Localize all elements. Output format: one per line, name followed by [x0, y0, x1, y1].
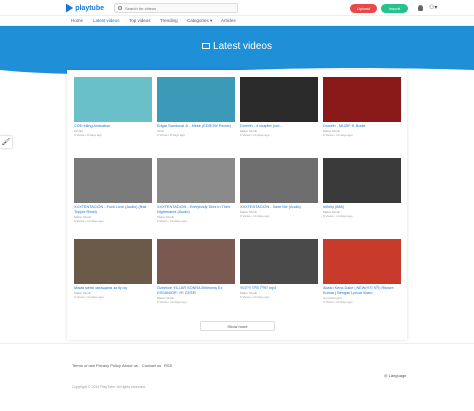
- show-more-label: Show more: [227, 323, 248, 329]
- nav-top-videos[interactable]: Top videos: [129, 18, 151, 23]
- video-thumbnail[interactable]: [323, 77, 401, 122]
- video-meta: 0 Views • 14 days ago: [240, 214, 270, 218]
- video-card[interactable]: XXXTENTACION - Fuck Love (Audio) (feat. …: [74, 158, 152, 223]
- video-meta: 0 Views • 14 days ago: [157, 300, 187, 304]
- language-selector[interactable]: ◎ Language: [384, 373, 406, 378]
- paintbrush-icon[interactable]: 🖌: [0, 136, 12, 148]
- video-thumbnail[interactable]: [74, 77, 152, 122]
- video-card[interactable]: COD Idling Animation xander 0 Views • 8 da…: [74, 77, 152, 137]
- video-card[interactable]: XXXTENTACION - Save Me (Audio) Maker Musi…: [240, 158, 318, 218]
- video-card[interactable]: Мама меня затащила за Кр ку Maker Musik 0 …: [74, 239, 152, 299]
- upload-label: Upload: [357, 6, 370, 11]
- video-meta: 0 Views • 14 days ago: [323, 300, 353, 304]
- video-meta: 0 Views • 14 days ago: [74, 295, 104, 299]
- video-thumbnail[interactable]: [240, 158, 318, 203]
- video-card[interactable]: XXXTENTACION - Everybody Dies In Their N…: [157, 158, 235, 223]
- logo-text: playtube: [75, 4, 104, 12]
- footer-link-about[interactable]: About us: [122, 363, 138, 368]
- video-title[interactable]: XXXTENTACION - Everybody Dies In Their N…: [157, 205, 235, 215]
- video-thumbnail[interactable]: [240, 77, 318, 122]
- page-title: Latest videos: [0, 41, 474, 52]
- video-meta: 0 Views • 14 days ago: [74, 219, 104, 223]
- video-title[interactable]: XXXTENTACION - Fuck Love (Audio) (feat. …: [74, 205, 152, 215]
- lightbulb-icon[interactable]: [418, 5, 423, 11]
- video-title[interactable]: Özbekce YILLAR SONRA Birlesmiş Ex ESSANI…: [157, 286, 235, 296]
- search-input[interactable]: [125, 5, 225, 11]
- video-card[interactable]: Infinity (888) Maker Musik 0 Views • 14 da…: [323, 158, 401, 218]
- search-icon: [118, 6, 122, 10]
- video-meta: 0 Views • 8 days ago: [74, 133, 102, 137]
- video-card[interactable]: Dorreth - 4 chapter (cre... Maker Musik 0 …: [240, 77, 318, 137]
- main-nav: Home Latest videos Top videos Trending C…: [0, 16, 474, 26]
- language-label: Language: [388, 373, 407, 378]
- video-title[interactable]: Akash Kena Dake | NEW(ভাব ছবি) Ritosre K…: [323, 286, 401, 296]
- show-more-button[interactable]: Show more: [200, 321, 275, 331]
- page-title-text: Latest videos: [213, 41, 272, 52]
- footer-link-privacy[interactable]: Privacy Policy: [96, 363, 121, 368]
- video-card[interactable]: Dorreth - MUZIF ft. Bodie Maker Musik 0 Vi…: [323, 77, 401, 137]
- upload-button[interactable]: Upload: [350, 4, 377, 13]
- video-card[interactable]: Özbekce YILLAR SONRA Birlesmiş Ex ESSANI…: [157, 239, 235, 304]
- copyright: Copyright © 2019 PlayTube. All rights re…: [72, 385, 146, 389]
- video-meta: 0 Views • 8 days ago: [157, 133, 185, 137]
- video-thumbnail[interactable]: [157, 239, 235, 284]
- video-thumbnail[interactable]: [157, 158, 235, 203]
- video-thumbnail[interactable]: [74, 239, 152, 284]
- logo[interactable]: playtube: [66, 2, 104, 14]
- video-thumbnail[interactable]: [323, 158, 401, 203]
- footer-link-rss[interactable]: RSS: [164, 363, 172, 368]
- nav-home[interactable]: Home: [71, 18, 83, 23]
- video-thumbnail[interactable]: [74, 158, 152, 203]
- nav-articles[interactable]: Articles: [221, 18, 236, 23]
- video-meta: 0 Views • 14 days ago: [240, 133, 270, 137]
- video-thumbnail[interactable]: [157, 77, 235, 122]
- video-meta: 0 Views • 14 days ago: [157, 219, 187, 223]
- user-icon[interactable]: ⚇▾: [429, 4, 437, 11]
- video-card[interactable]: Akash Kena Dake | NEW(ভাব ছবি) Ritosre K…: [323, 239, 401, 304]
- video-meta: 0 Views • 14 days ago: [240, 295, 270, 299]
- nav-categories[interactable]: Categories ▾: [187, 18, 212, 24]
- video-meta: 0 Views • 14 days ago: [323, 133, 353, 137]
- play-logo-icon: [66, 3, 74, 13]
- import-label: Import: [388, 6, 401, 11]
- nav-trending[interactable]: Trending: [160, 18, 178, 23]
- video-card[interactable]: Edgar Sandoval Jr - Mese (EDROW Remix) Ab…: [157, 77, 235, 137]
- footer-link-terms[interactable]: Terms of use: [72, 363, 95, 368]
- video-title[interactable]: Edgar Sandoval Jr - Mese (EDROW Remix): [157, 124, 235, 129]
- import-button[interactable]: Import: [381, 4, 408, 13]
- search-box[interactable]: [114, 3, 238, 13]
- footer-link-contact[interactable]: Contact us: [142, 363, 161, 368]
- video-card[interactable]: করোনা প্রথম শিক্ষা mp4 Maker Musik 0 Views…: [240, 239, 318, 299]
- video-thumbnail[interactable]: [323, 239, 401, 284]
- top-bar: playtube Upload Import ⚇▾: [0, 0, 474, 16]
- video-thumbnail[interactable]: [240, 239, 318, 284]
- nav-latest-videos[interactable]: Latest videos: [93, 18, 120, 23]
- video-meta: 0 Views • 14 days ago: [323, 214, 353, 218]
- video-camera-icon: [202, 43, 211, 50]
